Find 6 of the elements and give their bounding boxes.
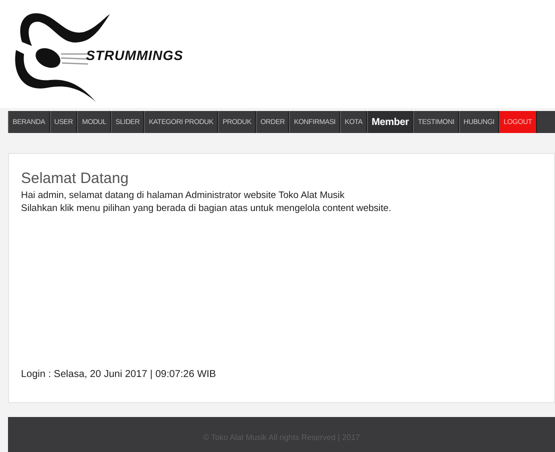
logo-text: STRUMMINGS [86,48,184,63]
menu-link[interactable]: Member [367,111,414,133]
page-title: Selamat Datang [21,170,130,187]
welcome-text: Silahkan klik menu pilihan yang berada di bagian atas untuk mengelola content website. [21,202,392,215]
login-time: Login : Selasa, 20 Juni 2017 | 09:07:26 WIB [21,369,217,382]
welcome-text: Hai admin, selamat datang di halaman Administrator website Toko Alat Musik [21,189,346,202]
